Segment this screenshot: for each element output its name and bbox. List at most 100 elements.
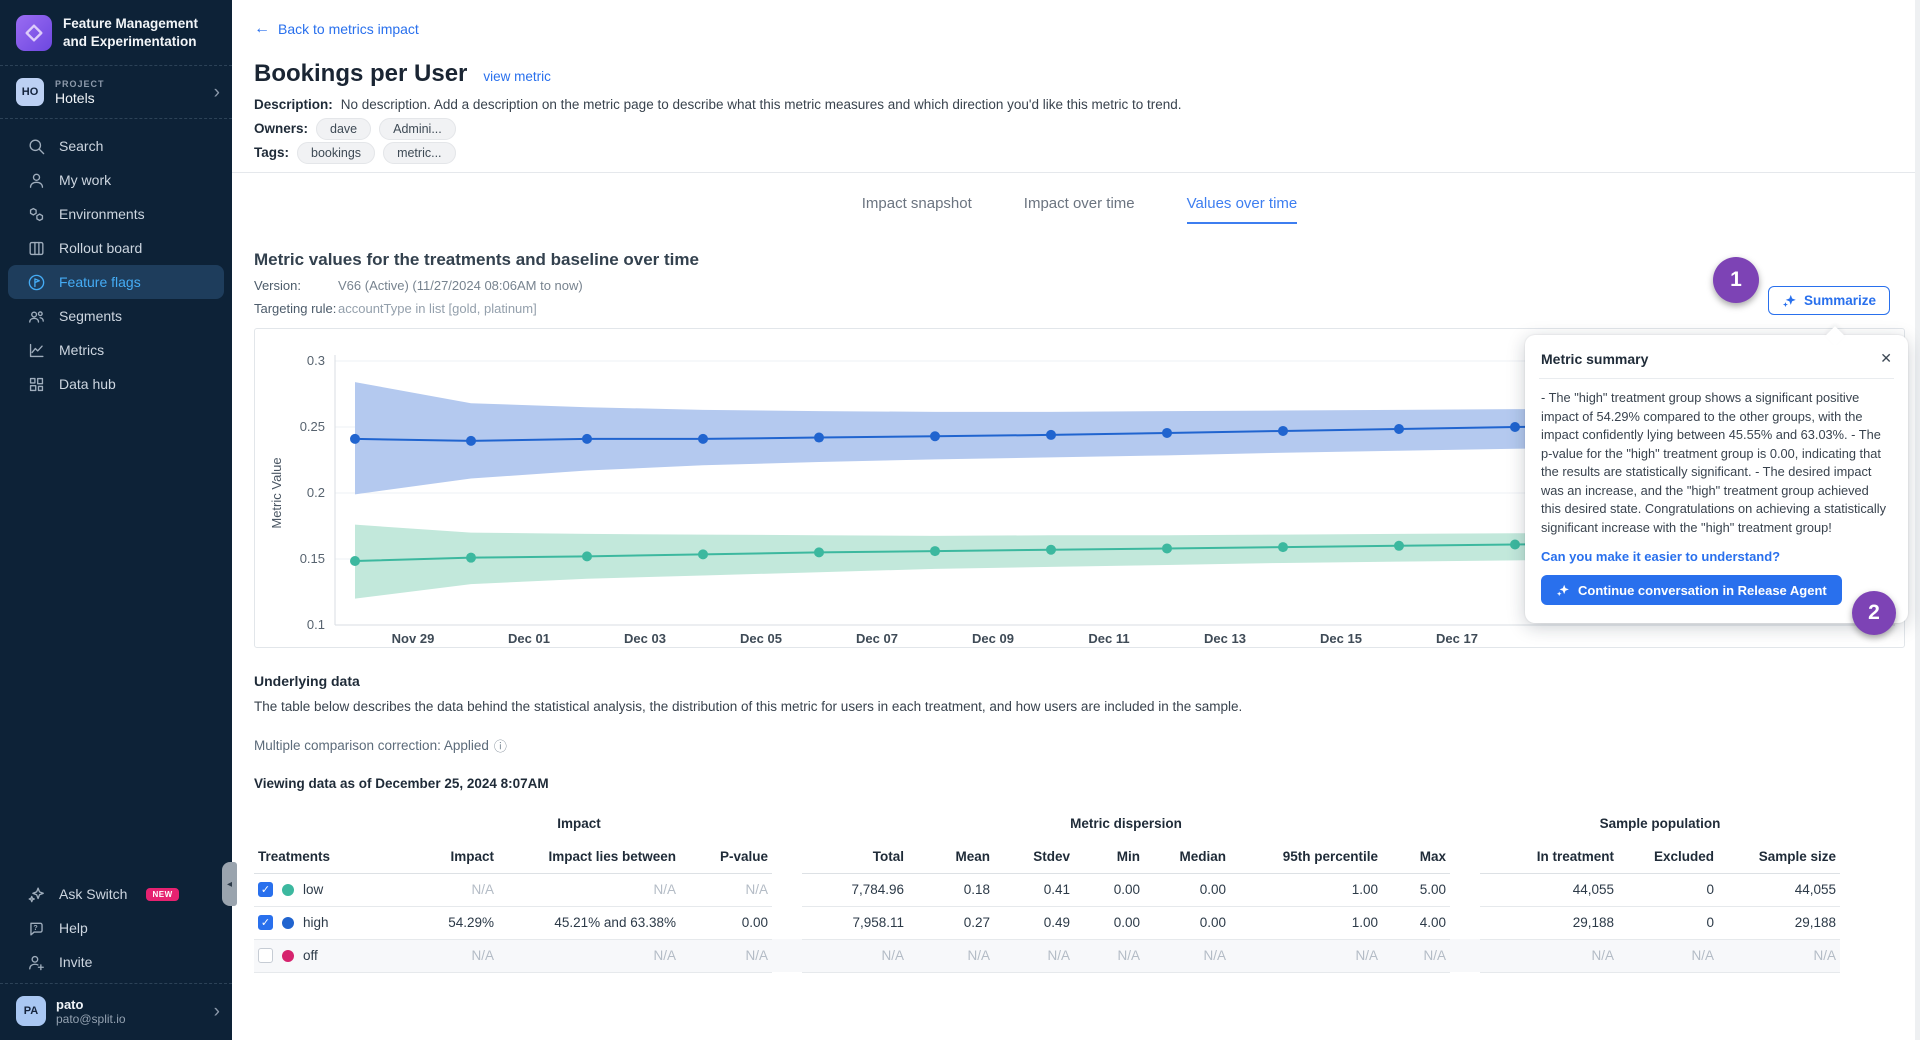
sidebar-item-rollout-board[interactable]: Rollout board: [8, 231, 224, 265]
high-data-point[interactable]: [1162, 428, 1172, 438]
treatment-checkbox-high[interactable]: ✓: [258, 915, 273, 930]
version-line: Version: V66 (Active) (11/27/2024 08:06A…: [254, 278, 1905, 293]
scrollbar-track[interactable]: [1915, 0, 1920, 1040]
cell: N/A: [802, 939, 908, 972]
treatment-color-dot: [282, 950, 294, 962]
underlying-data-heading: Underlying data: [254, 673, 1905, 689]
sidebar-spacer: [0, 411, 232, 867]
new-badge: NEW: [146, 888, 178, 901]
cell: 45.21% and 63.38%: [498, 906, 680, 939]
high-data-point[interactable]: [814, 433, 824, 443]
back-link[interactable]: ← Back to metrics impact: [254, 20, 419, 38]
owner-chip[interactable]: dave: [316, 118, 371, 140]
sidebar-item-help[interactable]: ?Help: [8, 911, 224, 945]
treatment-checkbox-low[interactable]: ✓: [258, 882, 273, 897]
low-data-point[interactable]: [814, 547, 824, 557]
sparkle-icon: [26, 884, 46, 904]
info-icon[interactable]: ⓘ: [494, 736, 507, 755]
column-header-in-treatment: In treatment: [1480, 840, 1618, 873]
cell: 0.49: [994, 906, 1074, 939]
feature-flags-icon: [26, 272, 46, 292]
correction-line: Multiple comparison correction: Applied …: [254, 736, 1905, 755]
high-data-point[interactable]: [1278, 426, 1288, 436]
table-row-off: offN/AN/AN/AN/AN/AN/AN/AN/AN/AN/AN/AN/AN…: [254, 939, 1840, 972]
x-tick-label: Dec 03: [624, 631, 666, 646]
low-data-point[interactable]: [466, 553, 476, 563]
cell: 0.41: [994, 873, 1074, 906]
cell: 5.00: [1382, 873, 1450, 906]
sidebar-item-label: Rollout board: [59, 240, 142, 256]
tag-chip[interactable]: metric...: [383, 142, 455, 164]
low-data-point[interactable]: [1046, 545, 1056, 555]
owner-chip[interactable]: Admini...: [379, 118, 456, 140]
low-data-point[interactable]: [582, 551, 592, 561]
cell: N/A: [1718, 939, 1840, 972]
project-switcher[interactable]: HO PROJECT Hotels ›: [0, 66, 232, 118]
low-data-point[interactable]: [350, 556, 360, 566]
tab-impact-over-time[interactable]: Impact over time: [1024, 195, 1135, 224]
high-data-point[interactable]: [1046, 430, 1056, 440]
sidebar-item-feature-flags[interactable]: Feature flags: [8, 265, 224, 299]
high-confidence-band: [355, 382, 1573, 494]
cell: N/A: [1382, 939, 1450, 972]
view-metric-link[interactable]: view metric: [483, 69, 551, 84]
sparkle-icon: [1782, 293, 1797, 308]
cell: 4.00: [1382, 906, 1450, 939]
cell: 0: [1618, 906, 1718, 939]
sidebar-item-search[interactable]: Search: [8, 129, 224, 163]
column-header-max: Max: [1382, 840, 1450, 873]
svg-text:?: ?: [33, 923, 37, 931]
low-data-point[interactable]: [1510, 539, 1520, 549]
invite-icon: [26, 952, 46, 972]
high-data-point[interactable]: [930, 431, 940, 441]
low-data-point[interactable]: [1394, 541, 1404, 551]
high-data-point[interactable]: [466, 436, 476, 446]
divider: [1539, 378, 1894, 379]
x-tick-label: Dec 13: [1204, 631, 1246, 646]
treatment-checkbox-off[interactable]: [258, 948, 273, 963]
sidebar-collapse-handle[interactable]: ◂: [222, 862, 237, 906]
low-data-point[interactable]: [698, 549, 708, 559]
high-data-point[interactable]: [698, 434, 708, 444]
high-data-point[interactable]: [1510, 422, 1520, 432]
sidebar-item-environments[interactable]: Environments: [8, 197, 224, 231]
high-data-point[interactable]: [582, 434, 592, 444]
close-icon[interactable]: ✕: [1880, 350, 1892, 367]
cell: N/A: [1230, 939, 1382, 972]
section-heading: Metric values for the treatments and bas…: [254, 250, 1905, 270]
sidebar-item-label: Feature flags: [59, 274, 141, 290]
svg-text:0.15: 0.15: [300, 551, 325, 566]
segments-icon: [26, 306, 46, 326]
cell: N/A: [386, 873, 498, 906]
easier-to-understand-link[interactable]: Can you make it easier to understand?: [1541, 549, 1892, 564]
table-row-low: ✓lowN/AN/AN/A7,784.960.180.410.000.001.0…: [254, 873, 1840, 906]
cell: 7,958.11: [802, 906, 908, 939]
column-header-p-value: P-value: [680, 840, 772, 873]
cell: 54.29%: [386, 906, 498, 939]
tag-chip[interactable]: bookings: [297, 142, 375, 164]
low-data-point[interactable]: [1278, 542, 1288, 552]
sidebar-item-segments[interactable]: Segments: [8, 299, 224, 333]
tab-bar: Impact snapshot Impact over time Values ov…: [254, 195, 1905, 224]
sidebar-item-data-hub[interactable]: Data hub: [8, 367, 224, 401]
x-tick-label: Dec 17: [1436, 631, 1478, 646]
tab-impact-snapshot[interactable]: Impact snapshot: [862, 195, 972, 224]
app-title: Feature Management and Experimentation: [63, 15, 213, 51]
sidebar-item-invite[interactable]: Invite: [8, 945, 224, 979]
high-data-point[interactable]: [1394, 424, 1404, 434]
user-menu[interactable]: PA pato pato@split.io ›: [0, 984, 232, 1040]
cell: 0.18: [908, 873, 994, 906]
sidebar-item-label: Ask Switch: [59, 886, 127, 902]
sidebar-item-metrics[interactable]: Metrics: [8, 333, 224, 367]
rollout-board-icon: [26, 238, 46, 258]
low-data-point[interactable]: [1162, 543, 1172, 553]
continue-conversation-button[interactable]: Continue conversation in Release Agent: [1541, 575, 1842, 605]
sidebar-item-my-work[interactable]: My work: [8, 163, 224, 197]
summarize-button[interactable]: Summarize: [1768, 286, 1890, 315]
sidebar-item-ask-switch[interactable]: Ask Switch NEW: [8, 877, 224, 911]
low-data-point[interactable]: [930, 546, 940, 556]
high-data-point[interactable]: [350, 434, 360, 444]
treatment-name: low: [303, 882, 323, 897]
tab-values-over-time[interactable]: Values over time: [1187, 195, 1298, 224]
back-link-label: Back to metrics impact: [278, 21, 419, 37]
